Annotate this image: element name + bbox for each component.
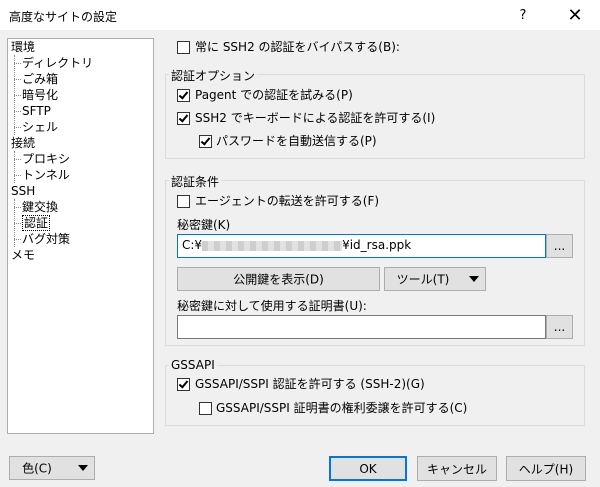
dropdown-arrow-icon bbox=[469, 276, 479, 282]
tree-item-key-exchange[interactable]: 鍵交換 bbox=[22, 199, 58, 215]
gssapi-delegation-label[interactable]: GSSAPI/SSPI 証明書の権利委譲を許可する(C) bbox=[216, 400, 467, 416]
tree-item-label: トンネル bbox=[22, 168, 70, 182]
tree-item-recycle-bin[interactable]: ごみ箱 bbox=[22, 71, 58, 87]
auto-password-checkbox[interactable] bbox=[199, 135, 212, 148]
tree-item-authentication[interactable]: 認証 bbox=[22, 215, 51, 231]
help-icon[interactable]: ? bbox=[508, 2, 538, 29]
show-public-key-button[interactable]: 公開鍵を表示(D) bbox=[177, 267, 380, 291]
tree-connector bbox=[14, 95, 21, 96]
tree-item-label: ディレクトリ bbox=[22, 56, 94, 70]
dropdown-arrow-icon bbox=[78, 465, 88, 471]
tree-connector bbox=[14, 175, 21, 176]
auth-params-title: 認証条件 bbox=[169, 173, 222, 190]
certificate-browse-button[interactable]: ... bbox=[546, 315, 573, 339]
dialog-body: 環境 ディレクトリ ごみ箱 暗号化 SFTP シェル 接続 プロキシ トンネル … bbox=[0, 31, 600, 487]
gssapi-allow-label[interactable]: GSSAPI/SSPI 認証を許可する (SSH-2)(G) bbox=[195, 376, 425, 392]
color-dropdown-button[interactable]: 色(C) bbox=[9, 456, 95, 480]
gssapi-title: GSSAPI bbox=[169, 358, 217, 372]
ok-button[interactable]: OK bbox=[329, 456, 407, 481]
tree-item-label: 暗号化 bbox=[22, 88, 59, 102]
cancel-label: キャンセル bbox=[426, 462, 487, 476]
bypass-auth-checkbox[interactable] bbox=[177, 41, 190, 54]
tree-item-environment[interactable]: 環境 bbox=[11, 39, 35, 55]
tree-connector bbox=[14, 111, 21, 112]
check-mark-icon bbox=[178, 112, 189, 123]
private-key-prefix: C:¥ bbox=[182, 238, 203, 252]
tree-item-label: メモ bbox=[11, 248, 36, 262]
gssapi-allow-checkbox[interactable] bbox=[177, 378, 190, 391]
ok-label: OK bbox=[359, 461, 377, 476]
pageant-label[interactable]: Pagent での認証を試みる(P) bbox=[195, 87, 353, 103]
help-button[interactable]: ヘルプ(H) bbox=[506, 456, 586, 481]
cancel-button[interactable]: キャンセル bbox=[417, 456, 497, 481]
tree-item-label: SSH bbox=[11, 184, 36, 198]
tree-item-proxy[interactable]: プロキシ bbox=[22, 151, 70, 167]
tree-item-connection[interactable]: 接続 bbox=[11, 135, 35, 151]
private-key-field[interactable]: C:¥ ¥id_rsa.ppk bbox=[177, 234, 546, 258]
tree-connector bbox=[14, 127, 21, 128]
browse-label: ... bbox=[553, 239, 566, 253]
tree-item-ssh[interactable]: SSH bbox=[11, 183, 35, 199]
tree-item-encryption[interactable]: 暗号化 bbox=[22, 87, 58, 103]
browse-label: ... bbox=[553, 320, 566, 334]
tree-item-label: SFTP bbox=[22, 104, 51, 118]
tree-item-label: 環境 bbox=[11, 40, 36, 54]
tree-connector bbox=[14, 239, 21, 240]
color-label: 色(C) bbox=[22, 461, 52, 476]
tree-item-label: プロキシ bbox=[22, 152, 71, 166]
tree-item-label: 鍵交換 bbox=[22, 200, 59, 214]
window-title: 高度なサイトの設定 bbox=[9, 10, 118, 24]
check-mark-icon bbox=[178, 378, 189, 389]
agent-forwarding-checkbox[interactable] bbox=[177, 195, 190, 208]
bypass-auth-label[interactable]: 常に SSH2 の認証をバイパスする(B): bbox=[195, 39, 400, 55]
auto-password-label[interactable]: パスワードを自動送信する(P) bbox=[216, 133, 377, 149]
certificate-label: 秘密鍵に対して使用する証明書(U): bbox=[177, 299, 367, 313]
tree-connector bbox=[14, 207, 21, 208]
tree-item-shell[interactable]: シェル bbox=[22, 119, 58, 135]
help-label: ヘルプ(H) bbox=[518, 462, 574, 476]
tree-item-label: 接続 bbox=[11, 136, 36, 150]
title-bar: 高度なサイトの設定 ? ✕ bbox=[0, 0, 600, 31]
auth-options-title: 認証オプション bbox=[169, 67, 258, 84]
tree-connector bbox=[14, 63, 21, 64]
tree-item-label: 認証 bbox=[22, 215, 51, 231]
tree-item-bugs[interactable]: バグ対策 bbox=[22, 231, 70, 247]
settings-tree[interactable]: 環境 ディレクトリ ごみ箱 暗号化 SFTP シェル 接続 プロキシ トンネル … bbox=[7, 38, 154, 434]
tree-item-tunnel[interactable]: トンネル bbox=[22, 167, 70, 183]
check-mark-icon bbox=[200, 135, 211, 146]
gssapi-delegation-checkbox[interactable] bbox=[199, 402, 212, 415]
private-key-browse-button[interactable]: ... bbox=[546, 234, 573, 258]
close-icon[interactable]: ✕ bbox=[560, 2, 590, 29]
redacted-path bbox=[202, 240, 343, 251]
keyboard-interactive-label[interactable]: SSH2 でキーボードによる認証を許可する(I) bbox=[195, 110, 435, 126]
tree-item-directory[interactable]: ディレクトリ bbox=[22, 55, 93, 71]
tree-item-sftp[interactable]: SFTP bbox=[22, 103, 51, 119]
tools-dropdown-button[interactable]: ツール(T) bbox=[384, 267, 486, 291]
check-mark-icon bbox=[178, 89, 189, 100]
tree-connector bbox=[14, 151, 15, 183]
private-key-value: C:¥ ¥id_rsa.ppk bbox=[182, 238, 411, 252]
show-public-key-label: 公開鍵を表示(D) bbox=[233, 272, 324, 287]
tree-item-notes[interactable]: メモ bbox=[11, 247, 35, 263]
keyboard-interactive-checkbox[interactable] bbox=[177, 112, 190, 125]
gssapi-group bbox=[165, 365, 585, 426]
tree-connector bbox=[14, 79, 21, 80]
tree-item-label: バグ対策 bbox=[22, 232, 71, 246]
tree-item-label: ごみ箱 bbox=[22, 72, 59, 86]
tree-connector bbox=[14, 223, 21, 224]
tools-label: ツール(T) bbox=[396, 272, 450, 287]
tree-item-label: シェル bbox=[22, 120, 59, 134]
agent-forwarding-label[interactable]: エージェントの転送を許可する(F) bbox=[195, 193, 379, 209]
pageant-checkbox[interactable] bbox=[177, 89, 190, 102]
private-key-label: 秘密鍵(K) bbox=[177, 218, 231, 232]
certificate-field[interactable] bbox=[177, 315, 546, 339]
tree-connector bbox=[14, 159, 21, 160]
private-key-suffix: ¥id_rsa.ppk bbox=[342, 238, 412, 252]
